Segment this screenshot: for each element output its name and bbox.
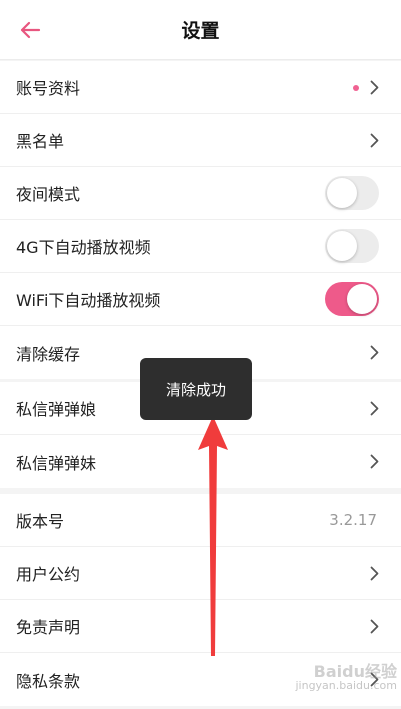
toggle-knob [327,231,357,261]
toggle-knob [347,284,377,314]
chevron-right-icon [370,80,379,95]
row-night-mode: 夜间模式 [0,167,401,220]
row-label: 隐私条款 [16,671,81,691]
watermark-url: jingyan.baidu.com [295,679,397,692]
row-label: 私信弹弹娘 [16,400,97,419]
row-autoplay-wifi: WiFi下自动播放视频 [0,273,401,326]
toggle-knob [327,178,357,208]
chevron-right-icon [370,454,379,469]
row-label: 夜间模式 [16,185,81,204]
autoplay-4g-toggle[interactable] [325,229,379,263]
row-label: 清除缓存 [16,344,81,364]
notification-dot [353,85,359,91]
row-label: 用户公约 [16,565,81,584]
row-blacklist[interactable]: 黑名单 [0,114,401,167]
version-value: 3.2.17 [329,511,377,529]
chevron-right-icon [370,401,379,416]
row-label: 黑名单 [16,132,65,151]
night-mode-toggle[interactable] [325,176,379,210]
annotation-arrow [198,416,228,656]
row-label: 4G下自动播放视频 [16,238,151,257]
settings-screen: 设置 账号资料 黑名单 夜间模式 4G下自动播放视频 WiFi下自动播放视频 清… [0,0,401,709]
row-account[interactable]: 账号资料 [0,61,401,114]
settings-group-general: 账号资料 黑名单 夜间模式 4G下自动播放视频 WiFi下自动播放视频 清除缓存 [0,61,401,379]
chevron-right-icon [370,566,379,581]
row-label: 私信弹弹妹 [16,453,97,473]
chevron-right-icon [370,133,379,148]
watermark-logo-text: Baidu经验 [313,662,397,681]
chevron-right-icon [370,619,379,634]
row-label: 账号资料 [16,79,81,98]
chevron-right-icon [370,345,379,360]
row-label: 免责声明 [16,618,81,637]
row-label: 版本号 [16,512,65,531]
row-label: WiFi下自动播放视频 [16,291,161,310]
nav-header: 设置 [0,0,401,60]
watermark: Baidu经验 jingyan.baidu.com [285,662,397,705]
toast-message: 清除成功 [140,358,252,420]
autoplay-wifi-toggle[interactable] [325,282,379,316]
row-autoplay-4g: 4G下自动播放视频 [0,220,401,273]
page-title: 设置 [181,20,220,42]
